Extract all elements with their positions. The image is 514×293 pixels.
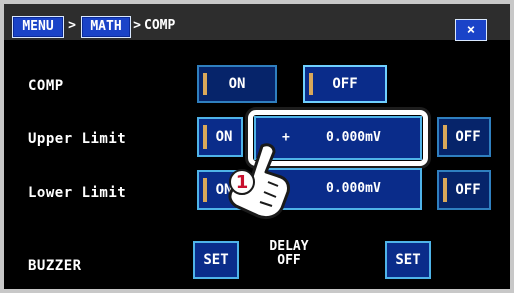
delay-set-button[interactable]: SET [385,241,431,279]
step-badge: 1 [236,172,249,193]
breadcrumb-menu[interactable]: MENU [12,16,64,38]
title-bar: MENU > MATH > COMP × [4,4,510,41]
buzzer-set-button[interactable]: SET [193,241,239,279]
lower-limit-label: Lower Limit [28,185,127,201]
delay-label: DELAY [269,239,309,254]
lower-off-button[interactable]: OFF [437,170,491,210]
upper-off-button[interactable]: OFF [437,117,491,157]
device-frame: MENU > MATH > COMP × COMP ON OFF Upper L… [0,0,514,293]
comp-on-button[interactable]: ON [197,65,277,103]
upper-value: 0.000mV [326,130,381,145]
breadcrumb-current: COMP [144,18,176,33]
buzzer-label: BUZZER [28,258,82,274]
pointing-hand-icon: 1 [228,143,290,220]
lower-off-label: OFF [455,182,481,198]
delay-status: DELAY OFF [256,240,322,268]
lower-value: 0.000mV [326,181,381,196]
indicator-bar [203,73,207,95]
close-button[interactable]: × [455,19,487,41]
comp-off-label: OFF [332,76,358,92]
breadcrumb-separator: > [133,18,141,33]
indicator-bar [309,73,313,95]
indicator-bar [203,125,207,149]
breadcrumb-math[interactable]: MATH [81,16,131,38]
comp-label: COMP [28,78,64,94]
comp-off-button[interactable]: OFF [303,65,387,103]
upper-limit-label: Upper Limit [28,131,127,147]
buzzer-set-label: SET [203,252,229,268]
comp-on-label: ON [228,76,246,92]
upper-off-label: OFF [455,129,481,145]
breadcrumb-separator: > [68,18,76,33]
delay-set-label: SET [395,252,421,268]
close-icon: × [466,22,476,38]
indicator-bar [203,178,207,202]
touch-screen: MENU > MATH > COMP × COMP ON OFF Upper L… [4,4,510,289]
delay-value: OFF [277,253,301,268]
